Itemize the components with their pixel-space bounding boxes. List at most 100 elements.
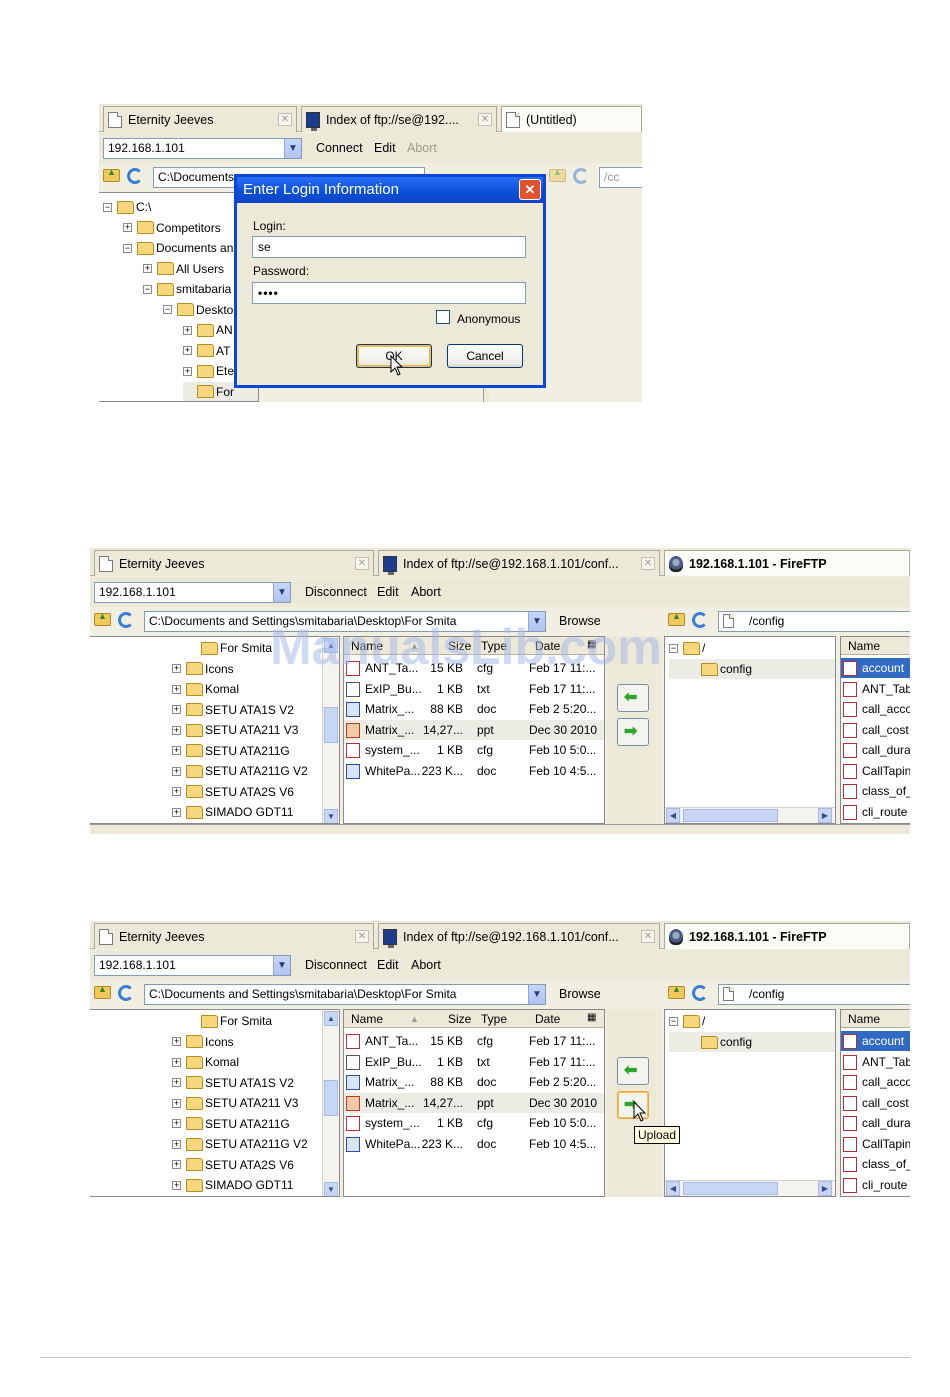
horizontal-scrollbar[interactable]: ◀ ▶ xyxy=(665,1180,835,1196)
expand-icon[interactable]: + xyxy=(172,1098,181,1108)
refresh-icon[interactable] xyxy=(118,985,136,1003)
tree-item[interactable]: + SIMADO GDT11 xyxy=(172,1175,293,1195)
folder-up-icon[interactable] xyxy=(549,167,567,187)
remote-path-combo[interactable]: /cc xyxy=(599,167,642,188)
remote-file-row[interactable]: call_dura xyxy=(841,1113,910,1133)
folder-up-icon[interactable] xyxy=(103,167,121,187)
remote-file-row[interactable]: ANT_Tab xyxy=(841,1052,910,1072)
expand-icon[interactable]: + xyxy=(172,766,181,776)
remote-path-combo[interactable]: /config xyxy=(718,984,910,1005)
refresh-icon[interactable] xyxy=(573,168,591,186)
folder-up-icon[interactable] xyxy=(668,984,686,1004)
tree-item[interactable]: − C:\ xyxy=(103,197,151,217)
tree-item[interactable]: + SETU ATA1S V2 xyxy=(172,1073,294,1093)
chevron-right-icon[interactable]: ▶ xyxy=(818,1181,832,1196)
remote-file-row[interactable]: call_cost xyxy=(841,1093,910,1113)
local-path-combo[interactable]: C:\Documents and Settings\smitabaria\Des… xyxy=(144,984,546,1005)
abort-menu[interactable]: Abort xyxy=(411,958,441,972)
tree-item[interactable]: + SETU ATA2S V6 xyxy=(172,1155,294,1175)
collapse-icon[interactable]: − xyxy=(669,1016,678,1026)
connect-menu[interactable]: Connect xyxy=(316,141,363,155)
tree-item[interactable]: + Icons xyxy=(172,659,234,679)
chevron-up-icon[interactable]: ▲ xyxy=(324,1011,338,1026)
edit-menu[interactable]: Edit xyxy=(374,141,396,155)
remote-file-row[interactable]: account xyxy=(841,1031,910,1051)
expand-icon[interactable]: + xyxy=(172,725,181,735)
file-row[interactable]: ExIP_Bu... 1 KB txt Feb 17 11:... xyxy=(344,1052,604,1072)
tree-item[interactable]: + SETU ATA211G xyxy=(172,741,290,761)
chevron-down-icon[interactable]: ▼ xyxy=(273,583,290,602)
browse-button[interactable]: Browse xyxy=(559,987,601,1001)
tree-item[interactable]: + Icons xyxy=(172,1032,234,1052)
close-icon[interactable]: ✕ xyxy=(478,113,492,126)
collapse-icon[interactable]: − xyxy=(103,202,112,212)
expand-icon[interactable]: + xyxy=(172,1119,181,1128)
abort-menu[interactable]: Abort xyxy=(411,585,441,599)
edit-menu[interactable]: Edit xyxy=(377,585,399,599)
file-row[interactable]: WhitePa... 223 K... doc Feb 10 4:5... xyxy=(344,761,604,781)
chevron-left-icon[interactable]: ◀ xyxy=(666,808,680,823)
password-field[interactable]: •••• xyxy=(252,282,526,304)
remote-file-row[interactable]: call_dura xyxy=(841,740,910,760)
expand-icon[interactable]: + xyxy=(172,1057,181,1067)
tab-untitled[interactable]: (Untitled) xyxy=(501,106,642,132)
file-row[interactable]: system_... 1 KB cfg Feb 10 5:0... xyxy=(344,740,604,760)
chevron-down-icon[interactable]: ▼ xyxy=(324,1182,338,1196)
tree-item[interactable]: + Komal xyxy=(172,679,239,699)
expand-icon[interactable]: + xyxy=(172,1037,181,1046)
upload-button[interactable]: ➡ xyxy=(617,718,649,746)
chevron-down-icon[interactable]: ▼ xyxy=(324,809,338,823)
tree-item[interactable]: + SETU ATA211 V3 xyxy=(172,720,298,740)
column-date[interactable]: Date xyxy=(535,1012,560,1026)
file-row[interactable]: WhitePa... 223 K... doc Feb 10 4:5... xyxy=(344,1134,604,1154)
tree-item[interactable]: + SETU ATA2S V6 xyxy=(172,782,294,802)
file-row[interactable]: Matrix_... 14,27... ppt Dec 30 2010 xyxy=(344,1092,604,1113)
tab-ftp-index[interactable]: Index of ftp://se@192.168.1.101/conf... ✕ xyxy=(378,550,660,576)
column-size[interactable]: Size xyxy=(448,1012,471,1026)
host-combo[interactable]: 192.168.1.101 ▼ xyxy=(94,582,291,603)
expand-icon[interactable]: + xyxy=(172,684,181,694)
expand-icon[interactable]: + xyxy=(183,325,192,335)
column-type[interactable]: Type xyxy=(481,1012,507,1026)
tree-item[interactable]: + SETU ATA211 V3 xyxy=(172,1093,298,1113)
host-combo[interactable]: 192.168.1.101 ▼ xyxy=(94,955,291,976)
file-row[interactable]: Matrix_... 14,27... ppt Dec 30 2010 xyxy=(344,719,604,740)
tab-ftp-index[interactable]: Index of ftp://se@192.... ✕ xyxy=(301,106,497,132)
close-icon[interactable]: ✕ xyxy=(519,179,541,200)
expand-icon[interactable]: + xyxy=(183,366,192,376)
tree-item[interactable]: + SETU ATA1S V2 xyxy=(172,700,294,720)
remote-file-row[interactable]: cli_route xyxy=(841,1175,910,1195)
expand-icon[interactable]: + xyxy=(172,807,181,817)
tree-item[interactable]: For Smita xyxy=(187,1011,272,1031)
column-name[interactable]: Name xyxy=(351,1012,383,1026)
remote-file-row[interactable]: class_of_ xyxy=(841,781,910,801)
file-row[interactable]: Matrix_... 88 KB doc Feb 2 5:20... xyxy=(344,1072,604,1092)
chevron-right-icon[interactable]: ▶ xyxy=(818,808,832,823)
tab-fireftp[interactable]: 192.168.1.101 - FireFTP xyxy=(664,923,910,949)
disconnect-menu[interactable]: Disconnect xyxy=(305,958,367,972)
anonymous-checkbox[interactable] xyxy=(436,310,450,324)
login-field[interactable]: se xyxy=(252,236,526,258)
tree-item[interactable]: + SETU ATA211G V2 xyxy=(172,761,308,781)
tree-item[interactable]: + AN xyxy=(183,320,233,340)
folder-up-icon[interactable] xyxy=(668,611,686,631)
remote-file-row[interactable]: cli_route xyxy=(841,802,910,822)
file-row[interactable]: Matrix_... 88 KB doc Feb 2 5:20... xyxy=(344,699,604,719)
remote-file-row[interactable]: ANT_Tab xyxy=(841,679,910,699)
tab-fireftp[interactable]: 192.168.1.101 - FireFTP xyxy=(664,550,910,576)
remote-path-combo[interactable]: /config xyxy=(718,611,910,632)
expand-icon[interactable]: + xyxy=(172,1160,181,1169)
refresh-icon[interactable] xyxy=(692,612,710,630)
tree-item[interactable]: config xyxy=(669,1032,835,1052)
tree-item[interactable]: − / xyxy=(669,1011,705,1031)
tree-item[interactable]: − Deskto xyxy=(163,300,233,320)
expand-icon[interactable]: + xyxy=(123,223,132,232)
tree-item[interactable]: config xyxy=(669,659,835,679)
expand-icon[interactable]: + xyxy=(172,746,181,755)
chevron-left-icon[interactable]: ◀ xyxy=(666,1181,680,1196)
download-button[interactable]: ⬅ xyxy=(617,684,649,712)
cancel-button[interactable]: Cancel xyxy=(447,344,523,368)
scroll-thumb[interactable] xyxy=(324,1080,338,1116)
tab-eternity-jeeves[interactable]: Eternity Jeeves ✕ xyxy=(103,106,297,132)
bottom-splitter[interactable] xyxy=(90,824,910,834)
